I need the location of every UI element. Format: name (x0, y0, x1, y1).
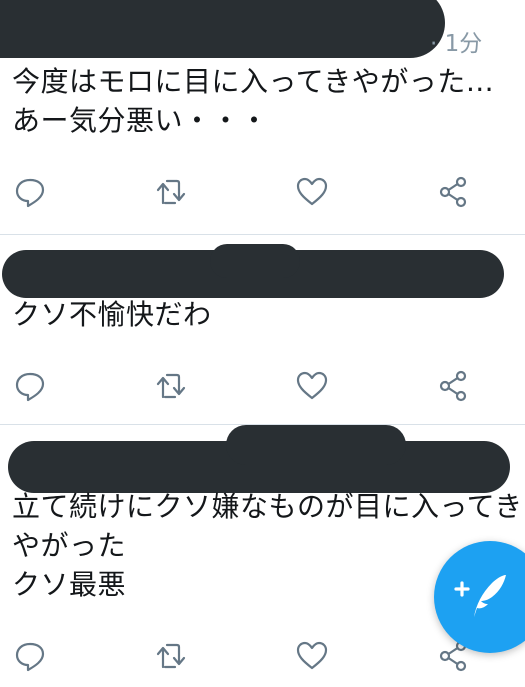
tweet-text-line: あー気分悪い・・・ (12, 104, 269, 137)
tweet-1[interactable]: · 1分 今度はモロに目に入ってきやがった… あー気分悪い・・・ (0, 0, 525, 234)
retweet-button[interactable] (151, 636, 191, 676)
redacted-author (0, 0, 445, 58)
tweet-text: クソ不愉快だわ (12, 295, 521, 334)
heart-icon (296, 177, 328, 206)
tweet-actions (0, 366, 525, 406)
tweet-text-line: やがった (12, 529, 127, 562)
tweet-text-line: 今度はモロに目に入ってきやがった… (12, 65, 495, 98)
redacted-author (210, 244, 300, 278)
share-button[interactable] (433, 366, 473, 406)
reply-button[interactable] (10, 172, 50, 212)
retweet-button[interactable] (151, 172, 191, 212)
reply-button[interactable] (10, 636, 50, 676)
reply-icon (15, 372, 45, 402)
heart-icon (296, 371, 328, 400)
reply-icon (15, 178, 45, 208)
share-button[interactable] (433, 172, 473, 212)
tweet-text-line: 立て続けにクソ嫌なものが目に入ってき (12, 490, 521, 523)
tweet-timestamp: · 1分 (430, 31, 483, 57)
tweet-text-line: クソ不愉快だわ (12, 298, 212, 331)
tweet-3[interactable]: 立て続けにクソ嫌なものが目に入ってき やがった クソ最悪 (0, 425, 525, 687)
tweet-2[interactable]: クソ不愉快だわ (0, 235, 525, 424)
share-icon (439, 176, 467, 208)
tweet-actions (0, 636, 525, 676)
reply-button[interactable] (10, 366, 50, 406)
compose-plus-feather-icon (454, 575, 506, 617)
tweet-actions (0, 172, 525, 212)
redacted-author (226, 425, 406, 465)
retweet-button[interactable] (151, 366, 191, 406)
share-icon (439, 370, 467, 402)
heart-icon (296, 641, 328, 670)
retweet-icon (156, 643, 186, 669)
retweet-icon (156, 179, 186, 205)
like-button[interactable] (292, 172, 332, 212)
reply-icon (15, 642, 45, 672)
retweet-icon (156, 373, 186, 399)
like-button[interactable] (292, 366, 332, 406)
like-button[interactable] (292, 636, 332, 676)
tweet-text: 今度はモロに目に入ってきやがった… あー気分悪い・・・ (12, 62, 521, 140)
